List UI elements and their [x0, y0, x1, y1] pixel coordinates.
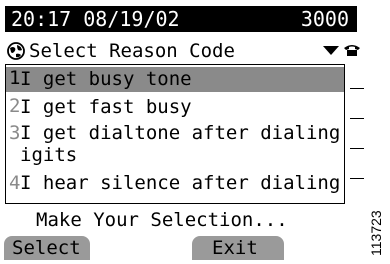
selection-prompt: Make Your Selection... — [36, 209, 288, 231]
item-label: I get busy tone — [20, 68, 192, 90]
exit-softkey[interactable]: Exit — [192, 236, 284, 260]
item-number: 1 — [9, 67, 21, 89]
item-number: 3 — [9, 122, 21, 144]
figure-id: 113723 — [364, 200, 388, 260]
list-item[interactable]: 3 I get dialtone after dialing d igits — [6, 122, 344, 170]
globe-icon — [7, 42, 25, 60]
extension-number: 3000 — [300, 7, 349, 31]
datetime: 20:17 08/19/02 — [11, 7, 180, 31]
phone-icon — [340, 38, 364, 64]
select-softkey[interactable]: Select — [4, 236, 90, 260]
figure-id-label: 113723 — [368, 210, 384, 256]
triangle-down-icon[interactable] — [323, 46, 339, 55]
reason-code-list: 1 I get busy tone 2 I get fast busy 3 I … — [5, 64, 345, 204]
page-title: Select Reason Code — [29, 40, 235, 62]
item-label: I hear silence after dialing — [20, 172, 341, 194]
phone-screen: 20:17 08/19/02 3000 Select Reason Code 1… — [0, 0, 364, 264]
line-indicators — [350, 64, 364, 204]
reason-code-header: Select Reason Code — [5, 38, 339, 64]
exit-softkey-label: Exit — [212, 237, 258, 259]
status-bar: 20:17 08/19/02 3000 — [5, 6, 357, 32]
list-item[interactable]: 1 I get busy tone — [6, 67, 344, 92]
select-softkey-label: Select — [12, 237, 81, 259]
item-label: I get fast busy — [20, 96, 192, 118]
item-number: 2 — [9, 95, 21, 117]
list-item[interactable]: 2 I get fast busy — [6, 95, 344, 120]
list-item[interactable]: 4 I hear silence after dialing — [6, 172, 344, 200]
item-label: I get dialtone after dialing d igits — [20, 122, 341, 166]
item-number: 4 — [9, 172, 21, 194]
